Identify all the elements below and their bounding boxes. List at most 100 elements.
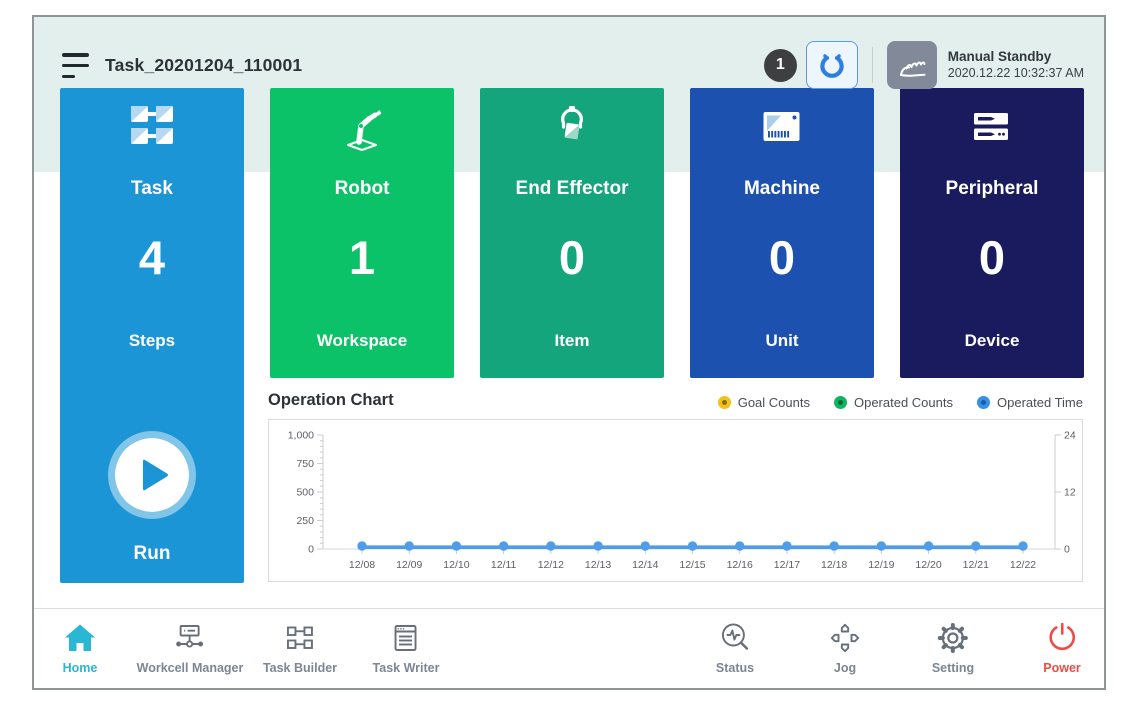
card-value: 0 (690, 234, 874, 281)
card-unit: Item (480, 331, 664, 351)
card-title: Peripheral (900, 178, 1084, 200)
run-button[interactable] (108, 431, 196, 519)
operation-chart-panel: 1,000 750 500 250 0 24 12 0 12/08 12/09 12/10 12/11… (268, 419, 1083, 582)
rotate-button[interactable] (806, 41, 858, 89)
card-peripheral[interactable]: Peripheral 0 Device (900, 88, 1084, 378)
svg-text:0: 0 (308, 544, 314, 556)
operated-time-dot-icon (977, 396, 990, 409)
nav-label: Setting (932, 661, 974, 675)
app-window: Task_20201204_110001 1 Manual Standby 20… (32, 15, 1106, 690)
svg-text:500: 500 (296, 487, 314, 499)
divider (872, 47, 873, 83)
nav-task-writer[interactable]: Task Writer (373, 620, 440, 675)
status-icon (717, 620, 753, 656)
top-bar: Task_20201204_110001 1 Manual Standby 20… (62, 37, 1084, 93)
nav-label: Jog (834, 661, 856, 675)
card-end-effector[interactable]: End Effector 0 Item (480, 88, 664, 378)
svg-text:12/08: 12/08 (349, 559, 375, 571)
svg-text:12/10: 12/10 (443, 559, 469, 571)
svg-text:12/17: 12/17 (774, 559, 800, 571)
svg-text:12/20: 12/20 (915, 559, 941, 571)
rotate-icon (818, 51, 846, 79)
svg-text:750: 750 (296, 458, 314, 470)
setting-icon (935, 620, 971, 656)
svg-text:12/11: 12/11 (491, 559, 517, 571)
menu-bar (62, 75, 75, 79)
svg-text:250: 250 (296, 515, 314, 527)
card-machine[interactable]: Machine 0 Unit (690, 88, 874, 378)
robot-status: Manual Standby 2020.12.22 10:32:37 AM (948, 49, 1084, 82)
card-title: Robot (270, 178, 454, 200)
nav-label: Task Builder (263, 661, 337, 675)
nav-power[interactable]: Power (1043, 620, 1081, 675)
svg-text:12/09: 12/09 (396, 559, 422, 571)
card-task[interactable]: Task 4 Steps Run (60, 88, 244, 583)
card-unit: Unit (690, 331, 874, 351)
svg-text:0: 0 (1064, 544, 1070, 556)
menu-bar (62, 64, 89, 68)
svg-text:12/15: 12/15 (679, 559, 705, 571)
svg-text:1,000: 1,000 (288, 430, 314, 442)
card-title: End Effector (480, 178, 664, 200)
nav-status[interactable]: Status (716, 620, 754, 675)
nav-label: Power (1043, 661, 1081, 675)
jog-icon (827, 620, 863, 656)
run-button-face (115, 438, 189, 512)
run-label: Run (60, 543, 244, 565)
nav-home[interactable]: Home (62, 620, 98, 675)
legend-goal-counts: Goal Counts (718, 395, 810, 410)
nav-jog[interactable]: Jog (827, 620, 863, 675)
legend-operated-counts: Operated Counts (834, 395, 953, 410)
task-writer-icon (388, 620, 424, 656)
card-unit: Device (900, 331, 1084, 351)
card-unit: Workspace (270, 331, 454, 351)
play-icon (140, 458, 170, 492)
workcell-manager-icon (172, 620, 208, 656)
chart-title: Operation Chart (268, 391, 394, 410)
notification-badge: 1 (764, 49, 797, 82)
datetime-label: 2020.12.22 10:32:37 AM (948, 66, 1084, 82)
menu-bar (62, 53, 89, 57)
card-title: Machine (690, 178, 874, 200)
svg-text:12/21: 12/21 (963, 559, 989, 571)
home-icon (62, 620, 98, 656)
svg-text:12/14: 12/14 (632, 559, 658, 571)
robot-icon (338, 104, 386, 154)
bottom-nav: Home Workcell Manager (34, 609, 1104, 688)
card-robot[interactable]: Robot 1 Workspace (270, 88, 454, 378)
svg-text:12: 12 (1064, 487, 1076, 499)
svg-text:24: 24 (1064, 430, 1076, 442)
card-value: 1 (270, 234, 454, 281)
chart-legend: Goal Counts Operated Counts Operated Tim… (718, 395, 1083, 410)
task-icon (128, 104, 176, 146)
hand-icon (894, 48, 930, 82)
card-unit: Steps (60, 331, 244, 351)
task-title: Task_20201204_110001 (105, 55, 302, 76)
nav-task-builder[interactable]: Task Builder (263, 620, 337, 675)
card-value: 0 (900, 234, 1084, 281)
operation-chart: 1,000 750 500 250 0 24 12 0 12/08 12/09 12/10 12/11… (269, 420, 1082, 581)
card-title: Task (60, 178, 244, 200)
svg-text:12/22: 12/22 (1010, 559, 1036, 571)
svg-text:12/13: 12/13 (585, 559, 611, 571)
nav-workcell-manager[interactable]: Workcell Manager (137, 620, 244, 675)
peripheral-icon (968, 104, 1016, 150)
card-value: 4 (60, 234, 244, 281)
nav-label: Workcell Manager (137, 661, 244, 675)
nav-label: Status (716, 661, 754, 675)
end-effector-icon (548, 104, 596, 154)
nav-label: Task Writer (373, 661, 440, 675)
machine-icon (758, 104, 806, 150)
goal-counts-dot-icon (718, 396, 731, 409)
task-builder-icon (282, 620, 318, 656)
mode-label: Manual Standby (948, 49, 1084, 66)
power-icon (1044, 620, 1080, 656)
nav-label: Home (63, 661, 98, 675)
legend-label: Goal Counts (738, 395, 810, 410)
menu-button[interactable] (62, 52, 92, 78)
operated-counts-dot-icon (834, 396, 847, 409)
nav-setting[interactable]: Setting (932, 620, 974, 675)
card-value: 0 (480, 234, 664, 281)
svg-text:12/12: 12/12 (538, 559, 564, 571)
manual-mode-tile[interactable] (887, 41, 937, 89)
